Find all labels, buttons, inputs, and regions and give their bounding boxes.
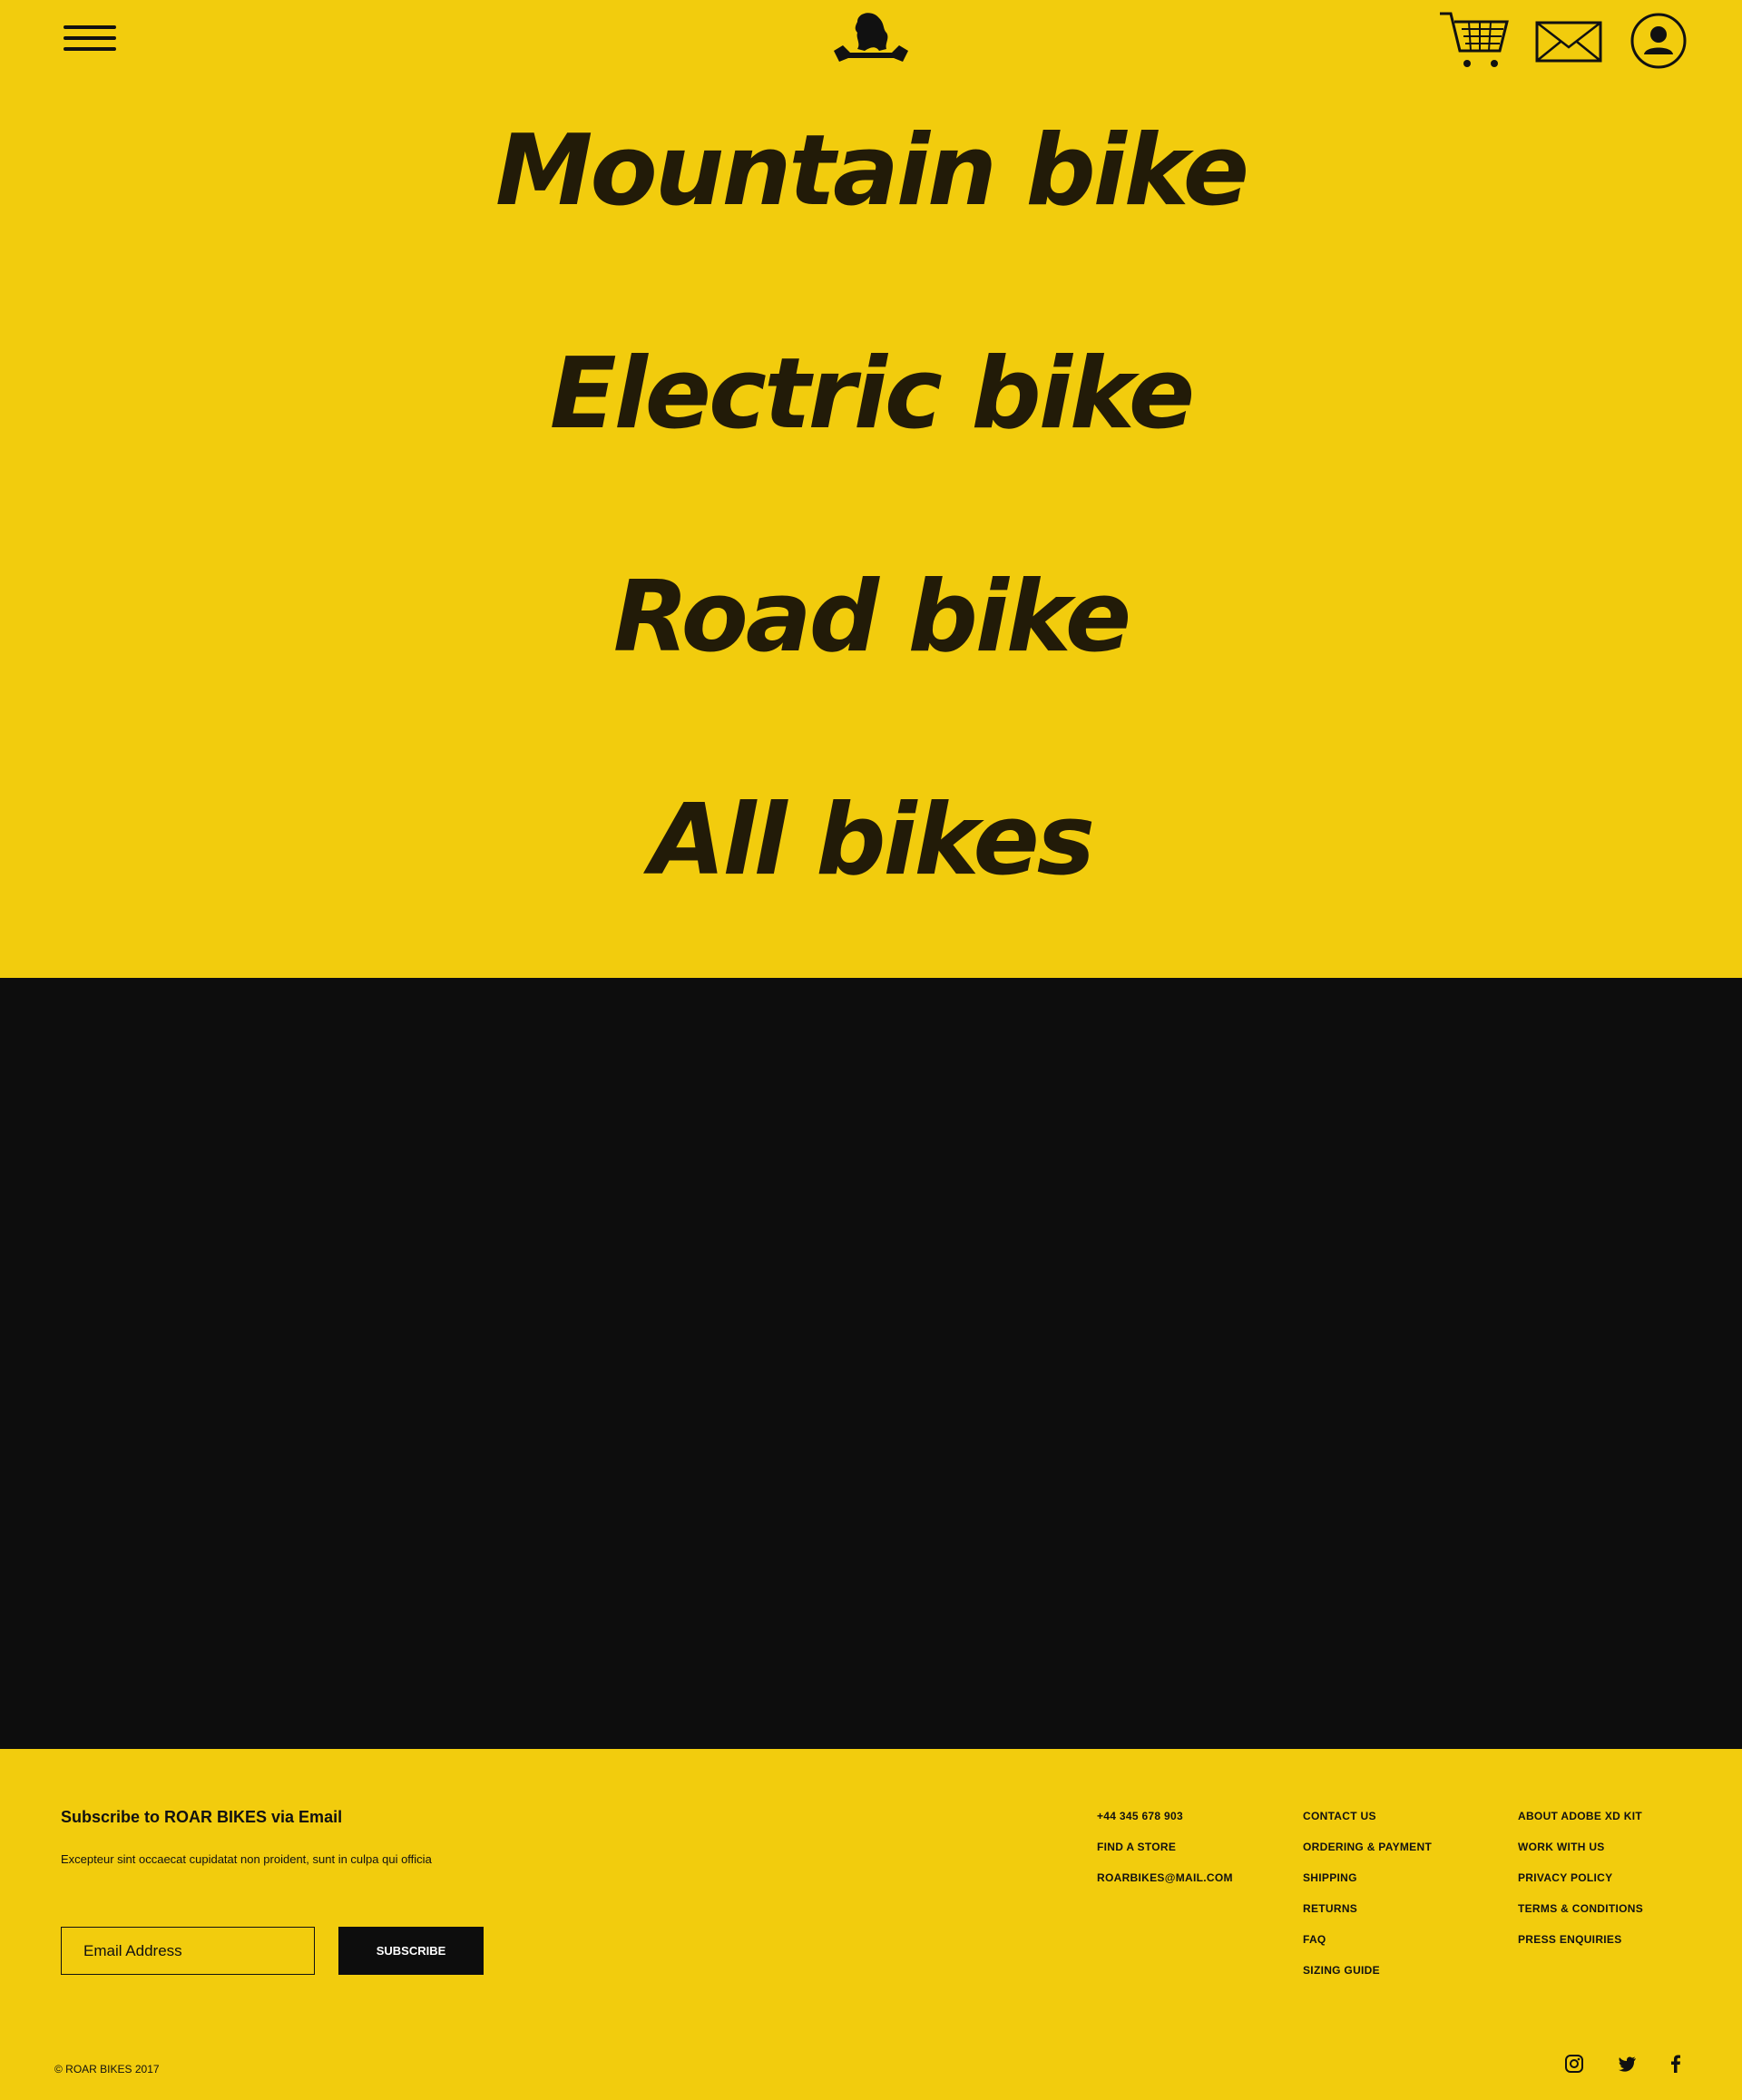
terms-link[interactable]: TERMS & CONDITIONS: [1518, 1901, 1643, 1932]
menu-item-all-bikes[interactable]: All bikes: [0, 782, 1742, 900]
email-link[interactable]: ROARBIKES@MAIL.COM: [1097, 1870, 1233, 1901]
ordering-payment-link[interactable]: ORDERING & PAYMENT: [1303, 1840, 1432, 1870]
about-link[interactable]: ABOUT ADOBE XD KIT: [1518, 1809, 1643, 1840]
copyright: © ROAR BIKES 2017: [54, 2063, 160, 2076]
twitter-icon[interactable]: [1617, 2054, 1637, 2074]
menu-icon[interactable]: [64, 25, 116, 56]
faq-link[interactable]: FAQ: [1303, 1932, 1432, 1963]
subscribe-description: Excepteur sint occaecat cupidatat non pr…: [61, 1852, 432, 1866]
contact-links: +44 345 678 903 FIND A STORE ROARBIKES@M…: [1097, 1809, 1233, 1901]
subscribe-title: Subscribe to ROAR BIKES via Email: [61, 1808, 343, 1826]
returns-link[interactable]: RETURNS: [1303, 1901, 1432, 1932]
dark-banner: [0, 978, 1742, 1749]
instagram-icon[interactable]: [1564, 2054, 1584, 2074]
email-field[interactable]: [61, 1927, 315, 1975]
privacy-policy-link[interactable]: PRIVACY POLICY: [1518, 1870, 1643, 1901]
shipping-link[interactable]: SHIPPING: [1303, 1870, 1432, 1901]
contact-us-link[interactable]: CONTACT US: [1303, 1809, 1432, 1840]
cart-icon[interactable]: [1438, 9, 1511, 71]
press-enquiries-link[interactable]: PRESS ENQUIRIES: [1518, 1932, 1643, 1963]
menu-item-road-bike[interactable]: Road bike: [0, 559, 1742, 677]
site-footer: Subscribe to ROAR BIKES via Email Except…: [0, 1749, 1742, 2100]
mail-icon[interactable]: [1535, 18, 1602, 63]
about-links: ABOUT ADOBE XD KIT WORK WITH US PRIVACY …: [1518, 1809, 1643, 1963]
help-links: CONTACT US ORDERING & PAYMENT SHIPPING R…: [1303, 1809, 1432, 1994]
roar-bikes-logo[interactable]: [830, 11, 912, 67]
sizing-guide-link[interactable]: SIZING GUIDE: [1303, 1963, 1432, 1994]
menu-item-mountain-bike[interactable]: Mountain bike: [0, 112, 1742, 230]
subscribe-button[interactable]: SUBSCRIBE: [338, 1927, 484, 1975]
menu-item-electric-bike[interactable]: Electric bike: [0, 336, 1742, 454]
work-with-us-link[interactable]: WORK WITH US: [1518, 1840, 1643, 1870]
bike-category-menu: Mountain bike Electric bike Road bike Al…: [0, 91, 1742, 978]
user-icon[interactable]: [1630, 13, 1687, 69]
facebook-icon[interactable]: [1666, 2054, 1686, 2074]
find-store-link[interactable]: FIND A STORE: [1097, 1840, 1233, 1870]
phone-link[interactable]: +44 345 678 903: [1097, 1809, 1233, 1840]
site-header: [0, 0, 1742, 91]
